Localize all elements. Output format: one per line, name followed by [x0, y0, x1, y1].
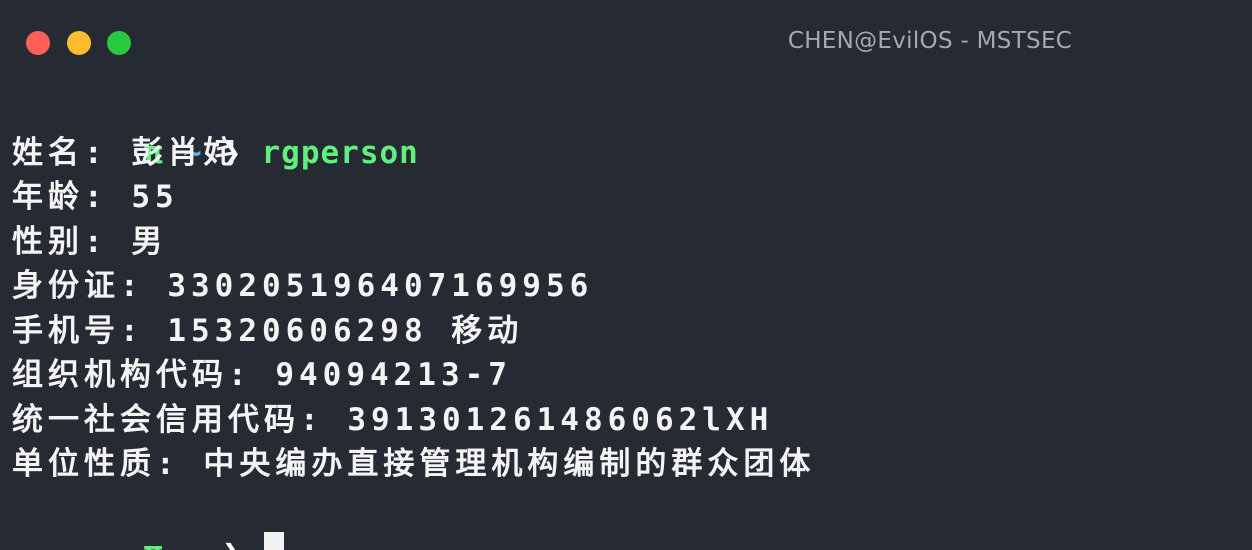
- output-line-unit-type: 单位性质: 中央编办直接管理机构编制的群众团体: [12, 446, 816, 482]
- input-line[interactable]: π ~ ❯: [12, 487, 1242, 550]
- prompt-path: ~: [183, 535, 202, 550]
- prompt-pi-icon: π: [144, 535, 163, 550]
- command-text: rgperson: [261, 134, 419, 171]
- window-title: CHEN@EvilOS - MSTSEC: [787, 28, 1073, 54]
- maximize-button[interactable]: [107, 31, 131, 55]
- output-line-name: 姓名: 彭肖姹: [12, 134, 240, 171]
- prompt-arrow-icon: ❯: [222, 535, 241, 550]
- command-line: π ~ ❯ rgperson: [12, 86, 1242, 171]
- output-line-gender: 性别: 男: [12, 223, 168, 260]
- output-line-credit-code: 统一社会信用代码: 391301261486062lXH: [12, 401, 774, 438]
- output-line-phone: 手机号: 15320606298 移动: [12, 312, 524, 349]
- minimize-button[interactable]: [67, 31, 91, 55]
- output-line-org-code: 组织机构代码: 94094213-7: [12, 357, 512, 393]
- cursor-block[interactable]: [263, 531, 284, 550]
- terminal-window: CHEN@EvilOS - MSTSEC π ~ ❯ rgperson 姓名: 彭肖姹…: [0, 0, 1252, 550]
- output-line-age: 年龄: 55: [12, 179, 179, 215]
- close-button[interactable]: [26, 31, 50, 55]
- output-line-id-card: 身份证: 330205196407169956: [12, 268, 594, 304]
- title-bar: CHEN@EvilOS - MSTSEC: [0, 0, 1252, 84]
- terminal-output[interactable]: π ~ ❯ rgperson 姓名: 彭肖姹 年龄: 55 性别: 男 身份证: 33…: [12, 86, 1242, 550]
